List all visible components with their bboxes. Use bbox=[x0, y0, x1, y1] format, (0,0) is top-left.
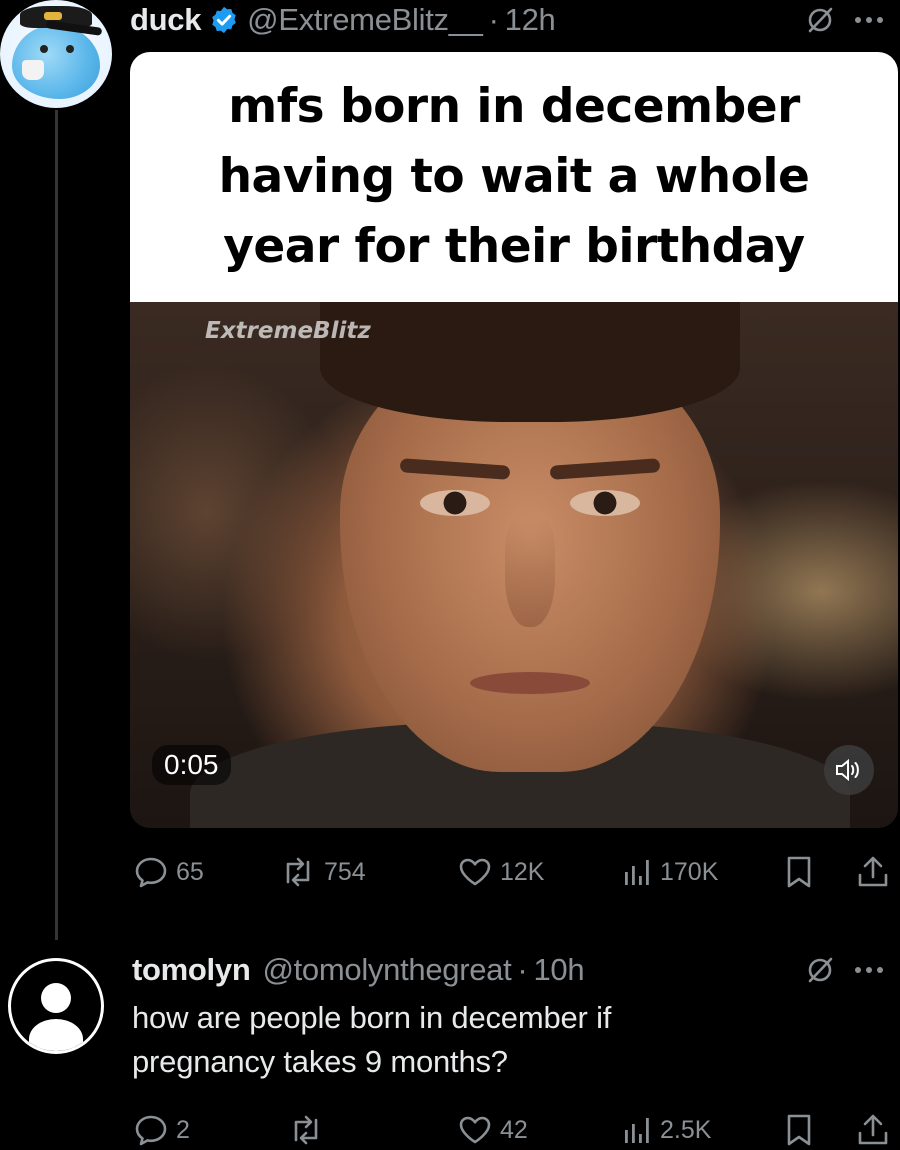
views-button[interactable]: 170K bbox=[622, 852, 718, 892]
avatar-eye bbox=[66, 45, 74, 53]
default-avatar-body bbox=[29, 1019, 83, 1051]
tweet-text: how are people born in december if pregn… bbox=[132, 1000, 612, 1079]
like-button[interactable]: 42 bbox=[458, 1110, 528, 1150]
reply-count: 2 bbox=[176, 1115, 190, 1144]
like-count: 12K bbox=[500, 857, 545, 886]
tweet-header: tomolyn @tomolynthegreat · 10h bbox=[132, 950, 585, 990]
views-chart-icon bbox=[625, 860, 649, 885]
video-frame-nose bbox=[505, 517, 555, 627]
bookmark-icon bbox=[787, 1114, 811, 1146]
more-options-icon[interactable] bbox=[850, 964, 894, 976]
like-count: 42 bbox=[500, 1115, 528, 1144]
video-frame-brow bbox=[549, 458, 661, 480]
share-button[interactable] bbox=[856, 852, 890, 892]
repost-icon bbox=[294, 1115, 318, 1145]
reply-button[interactable]: 65 bbox=[134, 852, 204, 892]
tweet-header: duck @ExtremeBlitz__ · 12h bbox=[130, 0, 556, 40]
repost-button[interactable] bbox=[288, 1110, 332, 1150]
separator: · bbox=[517, 952, 528, 987]
tweet-media[interactable]: mfs born in december having to wait a wh… bbox=[130, 52, 898, 828]
separator: · bbox=[488, 2, 499, 37]
share-icon bbox=[858, 1114, 888, 1145]
reply-icon bbox=[135, 857, 167, 888]
like-button[interactable]: 12K bbox=[458, 852, 544, 892]
avatar-cup bbox=[22, 60, 44, 80]
share-icon bbox=[858, 856, 888, 887]
grok-icon[interactable] bbox=[806, 956, 834, 984]
display-name[interactable]: duck bbox=[130, 2, 201, 38]
repost-button[interactable]: 754 bbox=[280, 852, 366, 892]
video-frame-eye bbox=[420, 490, 490, 516]
views-button[interactable]: 2.5K bbox=[622, 1110, 711, 1150]
share-button[interactable] bbox=[856, 1110, 890, 1150]
video-timestamp: 0:05 bbox=[152, 745, 231, 785]
bookmark-button[interactable] bbox=[784, 852, 814, 892]
video-frame-mouth bbox=[470, 672, 590, 694]
video-frame-hair bbox=[320, 302, 740, 422]
bookmark-button[interactable] bbox=[784, 1110, 814, 1150]
timestamp[interactable]: 10h bbox=[533, 952, 584, 988]
avatar-eye bbox=[40, 45, 48, 53]
default-avatar-head bbox=[41, 983, 71, 1013]
video-watermark: ExtremeBlitz bbox=[205, 318, 371, 344]
avatar[interactable] bbox=[0, 0, 112, 108]
bookmark-icon bbox=[787, 856, 811, 888]
volume-icon bbox=[836, 758, 859, 782]
reply-count: 65 bbox=[176, 857, 204, 886]
reply-icon bbox=[135, 1115, 167, 1146]
views-chart-icon bbox=[625, 1118, 649, 1143]
repost-count: 754 bbox=[324, 857, 366, 886]
tweet-action-bar: 65 754 12K 170K bbox=[130, 852, 898, 892]
meme-caption-box: mfs born in december having to wait a wh… bbox=[130, 52, 898, 302]
main-tweet[interactable]: duck @ExtremeBlitz__ · 12h mfs born in d… bbox=[0, 0, 900, 940]
reply-button[interactable]: 2 bbox=[134, 1110, 190, 1150]
display-name[interactable]: tomolyn bbox=[132, 952, 251, 988]
tweet-action-bar: 2 42 2.5K bbox=[130, 1110, 898, 1150]
video-frame-eye bbox=[570, 490, 640, 516]
verified-badge-icon[interactable] bbox=[209, 5, 239, 35]
avatar-default[interactable] bbox=[8, 958, 104, 1054]
reply-tweet[interactable]: tomolyn @tomolynthegreat · 10h how are p… bbox=[0, 940, 900, 1147]
meme-caption: mfs born in december having to wait a wh… bbox=[218, 79, 810, 274]
handle[interactable]: @ExtremeBlitz__ bbox=[247, 2, 483, 38]
repost-icon bbox=[286, 857, 310, 887]
volume-button[interactable] bbox=[824, 745, 874, 795]
views-count: 170K bbox=[660, 857, 719, 886]
handle[interactable]: @tomolynthegreat bbox=[262, 952, 511, 988]
views-count: 2.5K bbox=[660, 1115, 712, 1144]
avatar-hat-badge bbox=[44, 12, 62, 20]
video-frame-brow bbox=[399, 458, 511, 480]
more-options-icon[interactable] bbox=[850, 14, 894, 26]
grok-icon[interactable] bbox=[806, 6, 834, 34]
video-player[interactable]: ExtremeBlitz 0:05 bbox=[130, 302, 898, 828]
heart-icon bbox=[459, 1116, 491, 1144]
thread-connector-line bbox=[55, 110, 58, 940]
heart-icon bbox=[459, 858, 491, 886]
timestamp[interactable]: 12h bbox=[505, 2, 556, 38]
